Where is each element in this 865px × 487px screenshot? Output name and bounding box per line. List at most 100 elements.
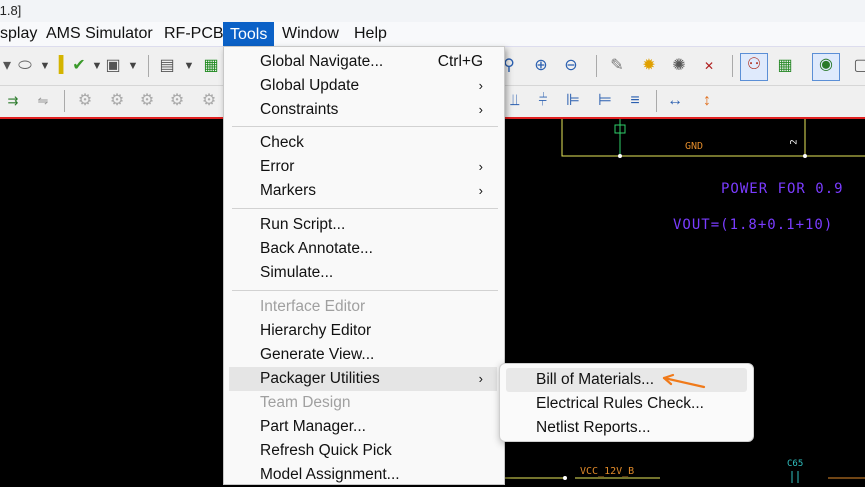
window-title: .1.8]: [0, 3, 22, 18]
menu-item-constraints[interactable]: Constraints ›: [229, 98, 497, 122]
menu-item-back-annotate[interactable]: Back Annotate...: [229, 237, 497, 261]
sun-icon[interactable]: ✹: [638, 55, 660, 77]
menu-item-part-manager[interactable]: Part Manager...: [229, 415, 497, 439]
edit-icon[interactable]: ✎: [606, 55, 628, 77]
menu-item-label: Global Navigate...: [260, 53, 384, 70]
zoom-in-icon[interactable]: ⊕: [530, 55, 552, 77]
toolbar-divider: [148, 55, 149, 77]
junction: [803, 154, 807, 158]
menu-item-label: Hierarchy Editor: [260, 322, 372, 339]
distribute-icon[interactable]: ≡: [624, 90, 646, 112]
menu-help[interactable]: Help: [348, 22, 393, 46]
gear-icon[interactable]: ⚙: [74, 90, 96, 112]
menu-item-label: Refresh Quick Pick: [260, 442, 392, 459]
pin-number-label: 2: [789, 139, 800, 145]
menu-item-label: Back Annotate...: [260, 240, 373, 257]
menu-item-label: Team Design: [260, 394, 351, 411]
shortcut-label: Ctrl+G: [437, 53, 483, 70]
menu-item-global-update[interactable]: Global Update ›: [229, 74, 497, 98]
component-label: C65: [787, 459, 804, 469]
menu-item-global-navigate[interactable]: Global Navigate... Ctrl+G: [229, 50, 497, 74]
net-label: VCC_12V_B: [580, 466, 635, 477]
align-right-icon[interactable]: ⊨: [594, 90, 616, 112]
table-icon[interactable]: ▦: [774, 55, 796, 77]
spacing-vertical-icon[interactable]: ↕: [696, 90, 718, 112]
tools-menu: Global Navigate... Ctrl+G Global Update …: [223, 46, 505, 485]
menu-item-simulate[interactable]: Simulate...: [229, 261, 497, 285]
menu-item-label: Model Assignment...: [260, 466, 400, 483]
menu-item-interface-editor: Interface Editor: [229, 295, 497, 319]
menu-item-packager-utilities[interactable]: Packager Utilities ›: [229, 367, 497, 391]
align-bottom-icon[interactable]: ⫫: [504, 90, 526, 112]
menu-item-label: Simulate...: [260, 264, 334, 281]
shape-oval-icon[interactable]: ⬭: [14, 55, 36, 77]
gear-icon[interactable]: ⚙: [198, 90, 220, 112]
window-titlebar: .1.8]: [0, 0, 865, 22]
chevron-right-icon: ›: [478, 102, 483, 117]
menu-item-label: Error: [260, 158, 295, 175]
panel-icon[interactable]: ▣: [102, 55, 124, 77]
menu-item-markers[interactable]: Markers ›: [229, 179, 497, 203]
chip-icon[interactable]: ▤: [156, 55, 178, 77]
menu-item-label: Constraints: [260, 101, 339, 118]
vout-formula-label: VOUT=(1.8+0.1+10): [673, 217, 834, 233]
menu-item-label: Interface Editor: [260, 298, 366, 315]
hierarchy-icon[interactable]: ⚇: [740, 53, 768, 81]
window-icon[interactable]: ▢: [850, 55, 865, 77]
chevron-right-icon: ›: [478, 183, 483, 198]
junction: [618, 154, 622, 158]
xor-icon[interactable]: ✕: [698, 55, 720, 77]
chevron-right-icon: ›: [478, 371, 483, 386]
menu-separator: [232, 126, 498, 127]
menu-window[interactable]: Window: [276, 22, 345, 46]
menu-item-check[interactable]: Check: [229, 131, 497, 155]
menu-item-label: Run Script...: [260, 216, 346, 233]
menu-separator: [232, 290, 498, 291]
menu-bar: splay AMS Simulator RF-PCB Tools Window …: [0, 22, 865, 47]
power-note-label: POWER FOR 0.9: [721, 181, 844, 197]
menu-separator: [232, 208, 498, 209]
chevron-down-icon[interactable]: ▼: [34, 55, 56, 77]
menu-item-run-script[interactable]: Run Script...: [229, 213, 497, 237]
menu-item-error[interactable]: Error ›: [229, 155, 497, 179]
submenu-item-netlist-reports[interactable]: Netlist Reports...: [506, 416, 747, 440]
gear-icon[interactable]: ⚙: [136, 90, 158, 112]
menu-display[interactable]: splay: [0, 22, 43, 46]
align-left-icon[interactable]: ⊫: [562, 90, 584, 112]
gnd-label: GND: [685, 141, 704, 152]
menu-item-label: Global Update: [260, 77, 360, 94]
wire: [561, 119, 865, 157]
annotation-arrow-icon: [662, 373, 706, 389]
menu-tools[interactable]: Tools: [223, 22, 275, 46]
probe-icon[interactable]: ✺: [668, 55, 690, 77]
chevron-right-icon: ›: [478, 159, 483, 174]
chevron-down-icon[interactable]: ▼: [178, 55, 200, 77]
menu-item-generate-view[interactable]: Generate View...: [229, 343, 497, 367]
junction: [563, 476, 567, 480]
packager-utilities-submenu: Bill of Materials... Electrical Rules Ch…: [499, 363, 754, 442]
toolbar-divider: [656, 90, 657, 112]
gear-icon[interactable]: ⚙: [106, 90, 128, 112]
zoom-out-icon[interactable]: ⊖: [560, 55, 582, 77]
gear-icon[interactable]: ⚙: [166, 90, 188, 112]
menu-item-label: Packager Utilities: [260, 370, 380, 387]
menu-rf-pcb[interactable]: RF-PCB: [158, 22, 230, 46]
menu-item-refresh-quick-pick[interactable]: Refresh Quick Pick: [229, 439, 497, 463]
submenu-item-bill-of-materials[interactable]: Bill of Materials...: [506, 368, 747, 392]
menu-item-team-design: Team Design: [229, 391, 497, 415]
menu-ams-simulator[interactable]: AMS Simulator: [40, 22, 159, 46]
submenu-item-electrical-rules-check[interactable]: Electrical Rules Check...: [506, 392, 747, 416]
menu-item-hierarchy-editor[interactable]: Hierarchy Editor: [229, 319, 497, 343]
disconnect-icon[interactable]: ⇋: [32, 90, 54, 112]
globe-icon[interactable]: ◉: [812, 53, 840, 81]
menu-item-label: Generate View...: [260, 346, 375, 363]
menu-item-label: Part Manager...: [260, 418, 366, 435]
menu-item-model-assignment[interactable]: Model Assignment...: [229, 463, 497, 487]
align-center-icon[interactable]: ⫩: [532, 90, 554, 112]
grid-icon[interactable]: ▦: [200, 55, 222, 77]
chevron-right-icon: ›: [478, 78, 483, 93]
menu-item-label: Check: [260, 134, 304, 151]
connect-icon[interactable]: ⇉: [2, 90, 24, 112]
chevron-down-icon[interactable]: ▼: [122, 55, 144, 77]
spacing-horizontal-icon[interactable]: ↔: [664, 90, 686, 112]
